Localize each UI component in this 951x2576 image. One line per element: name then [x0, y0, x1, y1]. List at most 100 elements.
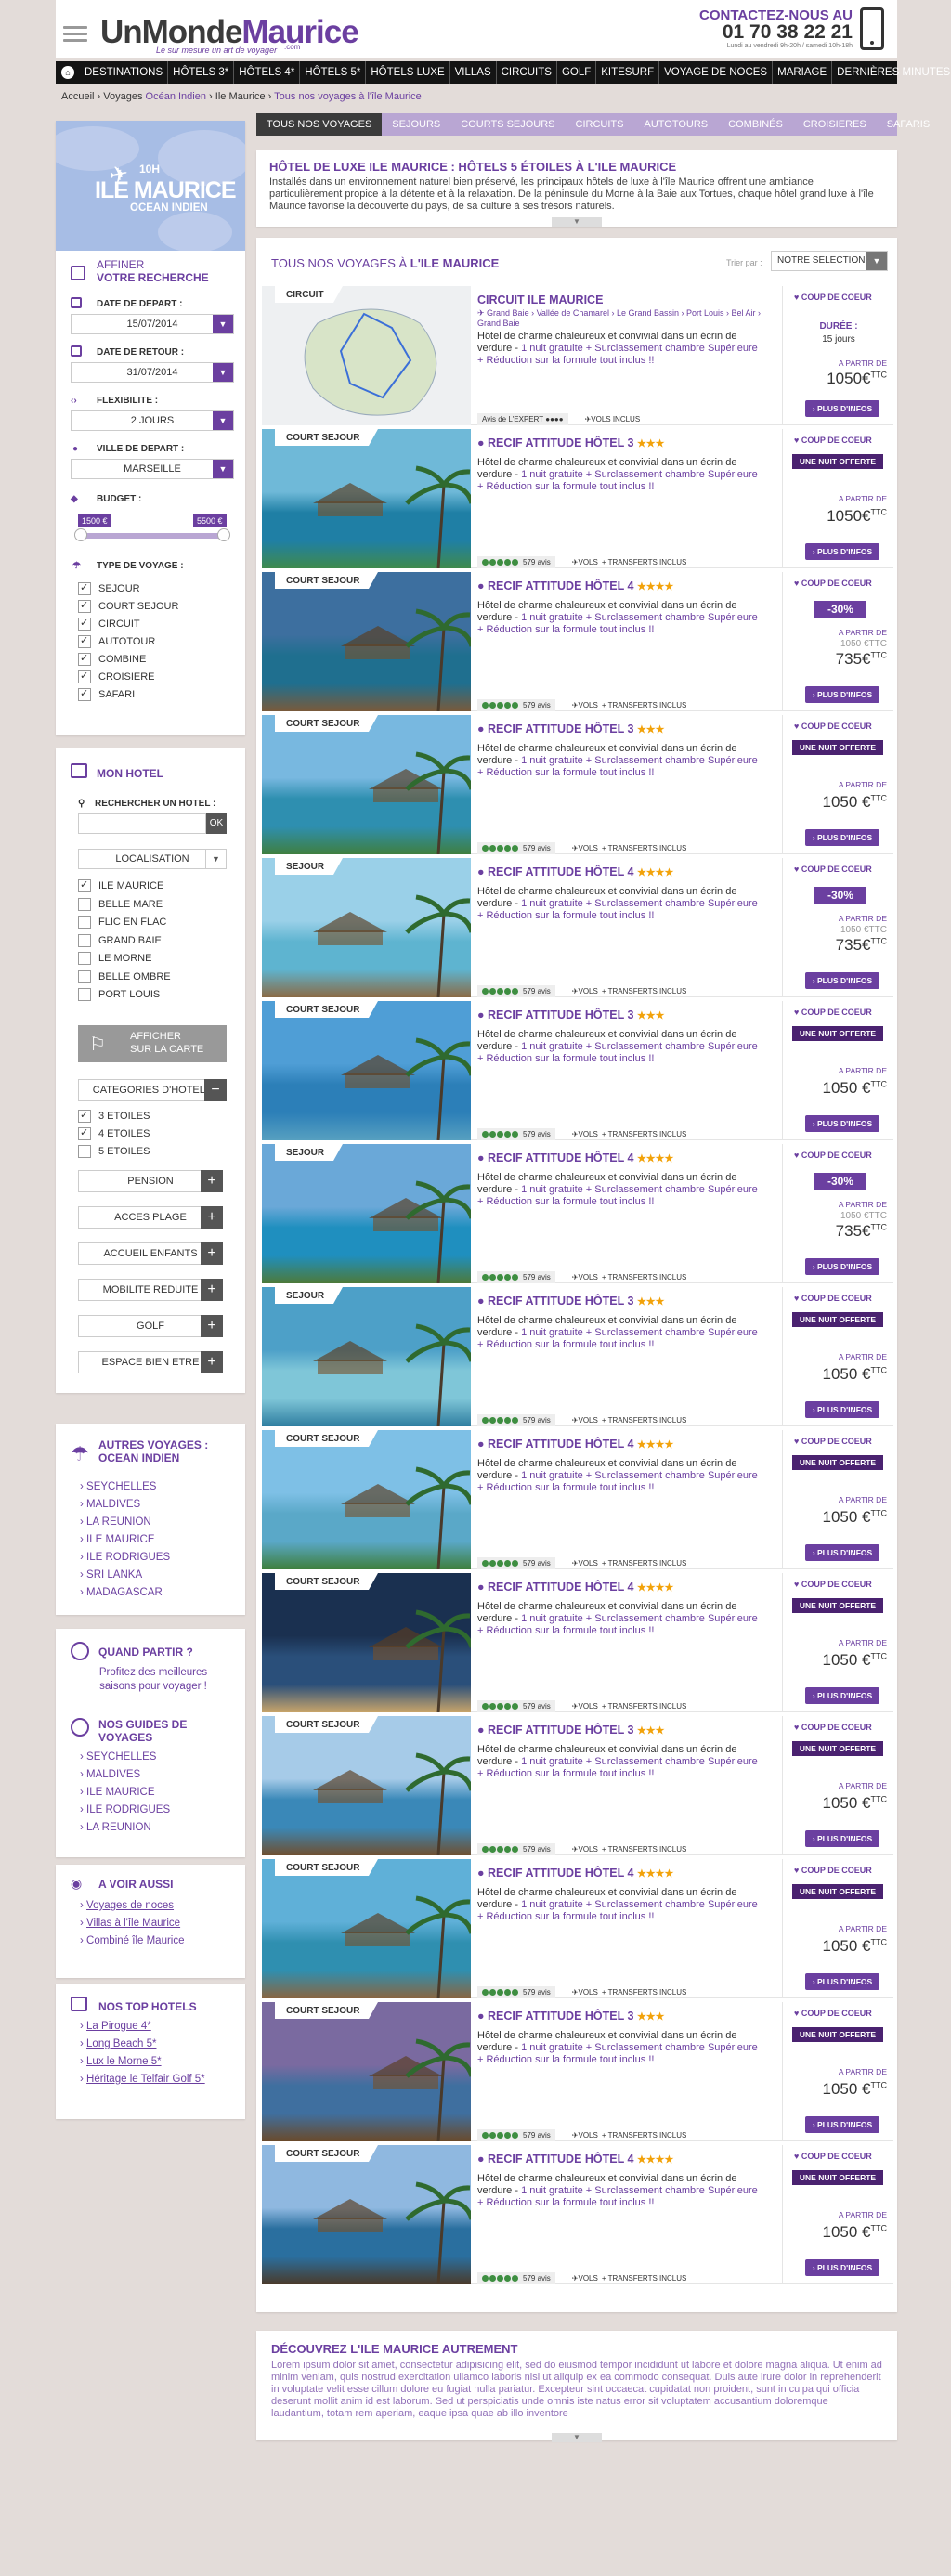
avoir-link[interactable]: › Voyages de noces — [80, 1900, 174, 1911]
categories-toggle[interactable]: CATEGORIES D'HOTELS − — [78, 1079, 227, 1101]
type-checkbox[interactable]: COMBINE — [78, 651, 146, 667]
hotel-photo[interactable]: SEJOUR — [262, 1287, 471, 1426]
others-link[interactable]: › SRI LANKA — [80, 1569, 142, 1581]
nav-item[interactable]: CIRCUITS — [497, 61, 557, 84]
breadcrumb-region[interactable]: Océan Indien — [146, 91, 206, 102]
slider-handle-max[interactable] — [217, 528, 230, 541]
category-checkbox[interactable]: 3 ETOILES — [78, 1108, 150, 1124]
filter-toggle[interactable]: MOBILITE REDUITE + — [78, 1279, 223, 1301]
nav-item[interactable]: HÔTELS 5* — [300, 61, 367, 84]
tripadvisor-rating[interactable]: 579 avis — [477, 2128, 555, 2141]
hotel-photo[interactable]: SEJOUR — [262, 858, 471, 997]
hotel-photo[interactable]: COURT SEJOUR — [262, 2002, 471, 2141]
offer-title[interactable]: ● RECIF ATTITUDE HÔTEL 3 ★★★ — [477, 1724, 665, 1737]
tripadvisor-rating[interactable]: 579 avis — [477, 1127, 555, 1140]
breadcrumb-home[interactable]: Accueil — [61, 91, 94, 102]
location-checkbox[interactable]: FLIC EN FLAC — [78, 915, 166, 930]
type-checkbox[interactable]: AUTOTOUR — [78, 633, 155, 649]
top-link[interactable]: › Long Beach 5* — [80, 2038, 156, 2049]
slider-handle-min[interactable] — [74, 528, 87, 541]
tripadvisor-rating[interactable]: 579 avis — [477, 1556, 555, 1569]
type-checkbox[interactable]: CIRCUIT — [78, 616, 140, 631]
more-info-button[interactable]: › PLUS D'INFOS — [805, 1687, 879, 1704]
others-link[interactable]: › MALDIVES — [80, 1499, 140, 1510]
hotel-search-button[interactable]: OK — [206, 813, 227, 834]
offer-title[interactable]: ● RECIF ATTITUDE HÔTEL 3 ★★★ — [477, 1008, 665, 1021]
avoir-link[interactable]: › Combiné île Maurice — [80, 1935, 185, 1946]
nav-item[interactable]: HÔTELS 4* — [234, 61, 301, 84]
nav-item[interactable]: VILLAS — [450, 61, 497, 84]
more-info-button[interactable]: › PLUS D'INFOS — [805, 1401, 879, 1418]
nav-item[interactable]: MARIAGE — [773, 61, 833, 84]
offer-title[interactable]: ● RECIF ATTITUDE HÔTEL 4 ★★★★ — [477, 579, 673, 592]
offer-title[interactable]: ● RECIF ATTITUDE HÔTEL 4 ★★★★ — [477, 1438, 673, 1451]
budget-slider[interactable] — [74, 528, 230, 541]
guides-link[interactable]: › LA REUNION — [80, 1822, 151, 1833]
tab-item[interactable]: COMBINÉS — [718, 113, 793, 136]
location-checkbox[interactable]: BELLE OMBRE — [78, 969, 171, 984]
more-info-button[interactable]: › PLUS D'INFOS — [805, 2259, 879, 2276]
offer-title[interactable]: ● RECIF ATTITUDE HÔTEL 4 ★★★★ — [477, 865, 673, 878]
nav-item[interactable]: HÔTELS 3* — [168, 61, 235, 84]
tripadvisor-rating[interactable]: 579 avis — [477, 1699, 555, 1712]
hotel-photo[interactable]: COURT SEJOUR — [262, 429, 471, 568]
category-checkbox[interactable]: 5 ETOILES — [78, 1144, 150, 1159]
nav-item[interactable]: DERNIÈRES MINUTES — [832, 61, 951, 84]
offer-title[interactable]: ● RECIF ATTITUDE HÔTEL 3 ★★★ — [477, 1295, 665, 1308]
location-checkbox[interactable]: LE MORNE — [78, 951, 151, 966]
hotel-photo[interactable]: COURT SEJOUR — [262, 715, 471, 854]
offer-title[interactable]: ● RECIF ATTITUDE HÔTEL 4 ★★★★ — [477, 1581, 673, 1594]
circuit-map[interactable]: CIRCUIT — [262, 286, 471, 425]
avoir-link[interactable]: › Villas à l'île Maurice — [80, 1918, 180, 1929]
tripadvisor-rating[interactable]: 579 avis — [477, 698, 555, 711]
menu-icon[interactable] — [63, 26, 87, 43]
top-link[interactable]: › Héritage le Telfair Golf 5* — [80, 2074, 205, 2085]
nav-item[interactable]: KITESURF — [596, 61, 660, 84]
breadcrumb-voyages[interactable]: Voyages — [103, 91, 142, 102]
offer-title[interactable]: ● RECIF ATTITUDE HÔTEL 4 ★★★★ — [477, 2153, 673, 2166]
tripadvisor-rating[interactable]: 579 avis — [477, 555, 555, 568]
tab-item[interactable]: SEJOURS — [382, 113, 450, 136]
offer-title[interactable]: CIRCUIT ILE MAURICE — [477, 293, 603, 306]
tripadvisor-rating[interactable]: 579 avis — [477, 2271, 555, 2284]
offer-title[interactable]: ● RECIF ATTITUDE HÔTEL 4 ★★★★ — [477, 1151, 673, 1164]
flexibility-select[interactable]: 2 JOURS ▼ — [71, 410, 234, 431]
others-link[interactable]: › LA REUNION — [80, 1516, 151, 1528]
hotel-photo[interactable]: COURT SEJOUR — [262, 1859, 471, 1998]
hotel-photo[interactable]: COURT SEJOUR — [262, 1001, 471, 1140]
hotel-photo[interactable]: COURT SEJOUR — [262, 572, 471, 711]
breadcrumb-country[interactable]: Ile Maurice — [215, 91, 266, 102]
others-link[interactable]: › ILE MAURICE — [80, 1534, 155, 1545]
tab-item[interactable]: TOUS NOS VOYAGES — [256, 113, 383, 136]
location-checkbox[interactable]: PORT LOUIS — [78, 987, 160, 1002]
others-link[interactable]: › SEYCHELLES — [80, 1481, 156, 1492]
top-link[interactable]: › La Pirogue 4* — [80, 2021, 151, 2032]
tripadvisor-rating[interactable]: 579 avis — [477, 1270, 555, 1283]
type-checkbox[interactable]: CROISIERE — [78, 669, 155, 684]
nav-item[interactable]: GOLF — [557, 61, 597, 84]
sort-select[interactable]: NOTRE SELECTION ▼ — [771, 251, 888, 271]
offer-title[interactable]: ● RECIF ATTITUDE HÔTEL 3 ★★★ — [477, 722, 665, 735]
tab-item[interactable]: COURTS SEJOURS — [450, 113, 565, 136]
tripadvisor-rating[interactable]: 579 avis — [477, 1413, 555, 1426]
filter-toggle[interactable]: GOLF + — [78, 1315, 223, 1337]
guides-link[interactable]: › ILE RODRIGUES — [80, 1804, 170, 1815]
more-info-button[interactable]: › PLUS D'INFOS — [805, 829, 879, 846]
more-info-button[interactable]: › PLUS D'INFOS — [805, 2116, 879, 2133]
location-checkbox[interactable]: GRAND BAIE — [78, 933, 162, 948]
filter-toggle[interactable]: ESPACE BIEN ETRE + — [78, 1351, 223, 1373]
offer-title[interactable]: ● RECIF ATTITUDE HÔTEL 4 ★★★★ — [477, 1867, 673, 1880]
when-text[interactable]: Profitez des meilleures saisons pour voy… — [84, 1666, 223, 1694]
tripadvisor-rating[interactable]: 579 avis — [477, 841, 555, 854]
hotel-photo[interactable]: COURT SEJOUR — [262, 1573, 471, 1712]
type-checkbox[interactable]: SEJOUR — [78, 580, 140, 596]
guides-link[interactable]: › SEYCHELLES — [80, 1751, 156, 1763]
filter-toggle[interactable]: ACCES PLAGE + — [78, 1206, 223, 1229]
top-link[interactable]: › Lux le Morne 5* — [80, 2056, 162, 2067]
more-info-button[interactable]: › PLUS D'INFOS — [805, 1830, 879, 1847]
nav-item[interactable]: DESTINATIONS — [80, 61, 169, 84]
type-checkbox[interactable]: SAFARI — [78, 686, 135, 702]
tab-item[interactable]: CROISIERES — [793, 113, 877, 136]
location-checkbox[interactable]: BELLE MARE — [78, 897, 163, 912]
location-checkbox[interactable]: ILE MAURICE — [78, 878, 163, 893]
